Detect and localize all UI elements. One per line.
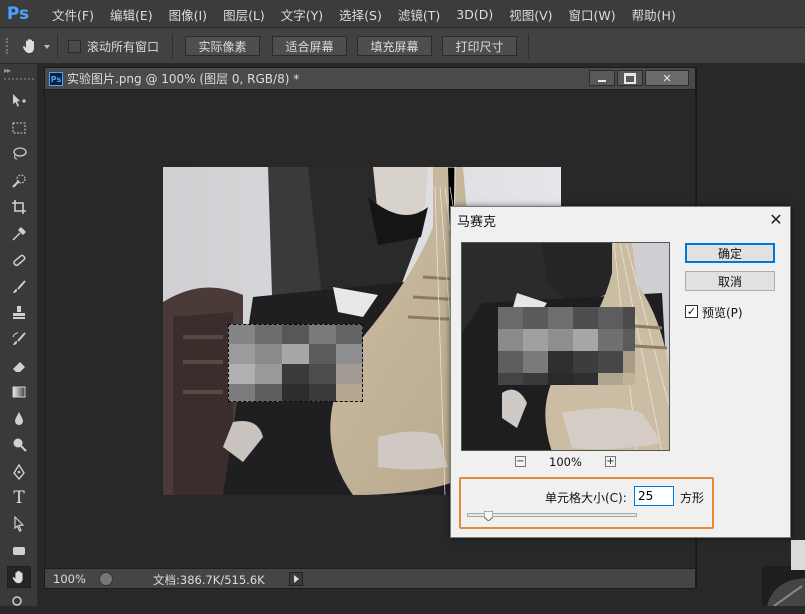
marquee-selection xyxy=(228,324,363,402)
close-icon: ✕ xyxy=(662,71,672,85)
minimize-button[interactable] xyxy=(589,70,615,86)
menu-item[interactable]: 窗口(W) xyxy=(561,5,624,24)
print-size-button[interactable]: 打印尺寸 xyxy=(442,36,517,56)
options-bar: 滚动所有窗口 实际像素 适合屏幕 填充屏幕 打印尺寸 xyxy=(0,28,805,64)
tool-preset-dropdown-icon[interactable] xyxy=(44,45,50,49)
annotation-highlight xyxy=(459,477,714,529)
background-panel-edge xyxy=(762,566,805,607)
zoom-tool-icon[interactable] xyxy=(7,592,31,614)
tools-panel: ▸▸ T xyxy=(0,64,38,606)
blur-tool-icon[interactable] xyxy=(7,408,31,430)
menu-item[interactable]: 图层(L) xyxy=(215,5,273,24)
menu-item[interactable]: 选择(S) xyxy=(331,5,390,24)
maximize-icon xyxy=(624,72,636,84)
document-ps-badge-icon: Ps xyxy=(49,72,63,86)
menu-item[interactable]: 编辑(E) xyxy=(102,5,161,24)
fit-screen-button[interactable]: 适合屏幕 xyxy=(272,36,347,56)
checkmark-icon: ✓ xyxy=(686,305,697,318)
close-icon: ✕ xyxy=(769,209,783,229)
lasso-tool-icon[interactable] xyxy=(7,143,31,165)
move-tool-icon[interactable] xyxy=(7,90,31,112)
scroll-all-windows-label: 滚动所有窗口 xyxy=(87,40,160,54)
menu-item[interactable]: 图像(I) xyxy=(161,5,215,24)
panel-grip[interactable] xyxy=(6,38,14,54)
minimize-icon xyxy=(598,80,606,82)
eyedropper-tool-icon[interactable] xyxy=(7,223,31,245)
preview-zoom-level: 100% xyxy=(549,455,582,469)
maximize-button[interactable] xyxy=(617,70,643,86)
photoshop-logo: Ps xyxy=(6,4,30,24)
preview-zoom-out-button[interactable]: − xyxy=(515,456,526,467)
menu-items: 文件(F) 编辑(E) 图像(I) 图层(L) 文字(Y) 选择(S) 滤镜(T) 3D(D)… xyxy=(44,0,684,28)
divider xyxy=(172,34,173,58)
gradient-tool-icon[interactable] xyxy=(7,381,31,403)
scroll-all-windows-checkbox[interactable] xyxy=(68,40,81,53)
path-selection-tool-icon[interactable] xyxy=(7,513,31,535)
cancel-button[interactable]: 取消 xyxy=(685,271,775,291)
document-status-bar: 100% 文档:386.7K/515.6K xyxy=(45,568,695,588)
divider xyxy=(528,34,529,58)
hand-tool-icon[interactable] xyxy=(7,566,31,588)
triangle-right-icon xyxy=(293,575,299,583)
menu-item[interactable]: 视图(V) xyxy=(501,5,560,24)
close-button[interactable]: ✕ xyxy=(645,70,689,86)
zoom-level[interactable]: 100% xyxy=(53,572,86,586)
window-edge xyxy=(791,540,805,570)
document-title: 实验图片.png @ 100% (图层 0, RGB/8) * xyxy=(67,72,300,86)
menu-item[interactable]: 滤镜(T) xyxy=(390,5,448,24)
healing-brush-tool-icon[interactable] xyxy=(7,249,31,271)
divider xyxy=(57,34,58,58)
history-brush-tool-icon[interactable] xyxy=(7,328,31,350)
preview-checkbox[interactable]: ✓ xyxy=(685,305,698,318)
fill-screen-button[interactable]: 填充屏幕 xyxy=(357,36,432,56)
dialog-title: 马赛克 xyxy=(457,215,497,230)
dialog-close-button[interactable]: ✕ xyxy=(765,209,787,229)
marquee-tool-icon[interactable] xyxy=(7,117,31,139)
collapse-panel-icon[interactable]: ▸▸ xyxy=(4,66,11,75)
panel-grip[interactable] xyxy=(4,78,34,82)
quick-selection-tool-icon[interactable] xyxy=(7,170,31,192)
clone-stamp-tool-icon[interactable] xyxy=(7,302,31,324)
ok-button[interactable]: 确定 xyxy=(685,243,775,263)
menu-item[interactable]: 文字(Y) xyxy=(273,5,331,24)
menu-item[interactable]: 文件(F) xyxy=(44,5,102,24)
preview-zoom-in-button[interactable]: + xyxy=(605,456,616,467)
document-size-info: 文档:386.7K/515.6K xyxy=(153,573,265,587)
crop-tool-icon[interactable] xyxy=(7,196,31,218)
menu-item[interactable]: 3D(D) xyxy=(448,7,501,22)
document-title-bar[interactable]: Ps 实验图片.png @ 100% (图层 0, RGB/8) * ✕ xyxy=(45,68,695,90)
status-info-icon[interactable] xyxy=(99,572,113,586)
brush-tool-icon[interactable] xyxy=(7,276,31,298)
type-tool-icon[interactable]: T xyxy=(7,487,31,509)
filter-preview[interactable] xyxy=(461,242,670,451)
actual-pixels-button[interactable]: 实际像素 xyxy=(185,36,260,56)
dodge-tool-icon[interactable] xyxy=(7,434,31,456)
preview-label: 预览(P) xyxy=(702,306,743,320)
menu-item[interactable]: 帮助(H) xyxy=(624,5,684,24)
hand-icon[interactable] xyxy=(18,36,42,56)
eraser-tool-icon[interactable] xyxy=(7,355,31,377)
status-menu-button[interactable] xyxy=(289,572,303,586)
pen-tool-icon[interactable] xyxy=(7,461,31,483)
rectangle-tool-icon[interactable] xyxy=(7,540,31,562)
menu-bar: Ps 文件(F) 编辑(E) 图像(I) 图层(L) 文字(Y) 选择(S) 滤镜(T) 3D… xyxy=(0,0,805,28)
